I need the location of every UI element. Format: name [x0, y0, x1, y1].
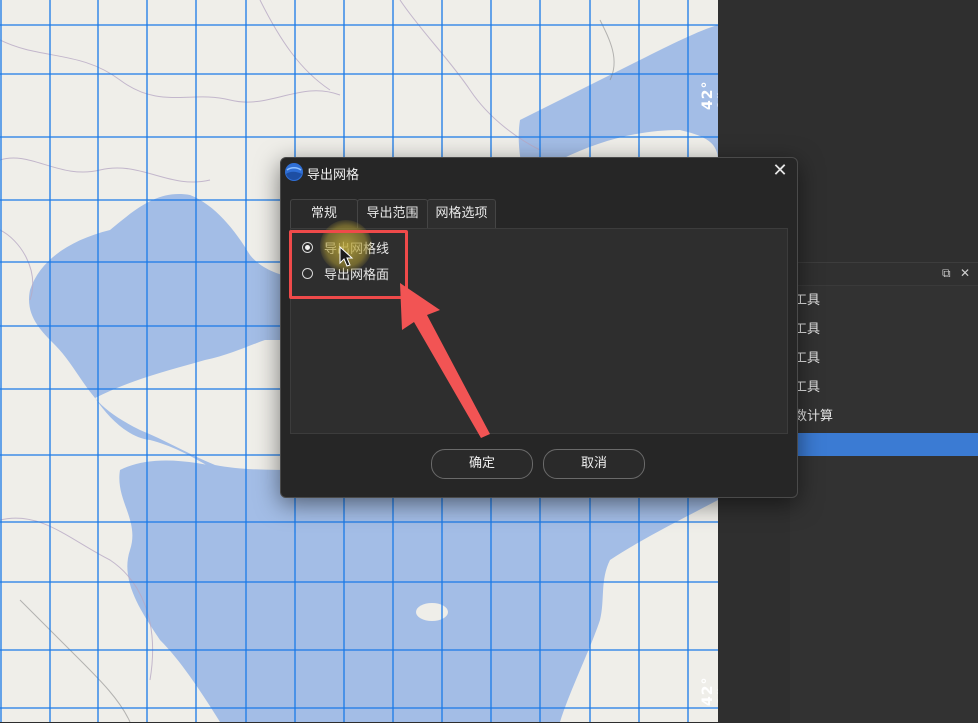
coord-label-top: 42° 0" [700, 80, 718, 110]
restore-icon[interactable]: ⧉ [942, 266, 951, 280]
radio-button-checked[interactable] [302, 241, 313, 253]
tool-panel-header: ⧉ ✕ [790, 263, 978, 286]
tool-item-5[interactable]: 数计算 [790, 402, 978, 431]
app-logo-icon [285, 163, 303, 181]
panel-close-icon[interactable]: ✕ [960, 266, 970, 280]
tool-item-selected[interactable] [790, 433, 978, 456]
radio-export-grid-lines[interactable]: 导出网格线 [302, 237, 389, 257]
tool-panel: ⧉ ✕ 工具 工具 工具 工具 数计算 [790, 262, 978, 723]
tab-export-range[interactable]: 导出范围 [357, 199, 428, 228]
close-icon[interactable]: ✕ [771, 162, 789, 180]
tool-item-1[interactable]: 工具 [790, 286, 978, 315]
coord-label-bottom: 42° 0" [700, 676, 718, 706]
tool-item-3[interactable]: 工具 [790, 344, 978, 373]
radio-button-unchecked[interactable] [302, 267, 313, 279]
cancel-button[interactable]: 取消 [543, 449, 645, 479]
radio-export-grid-faces[interactable]: 导出网格面 [302, 263, 389, 283]
export-grid-dialog: 导出网格 ✕ 常规 导出范围 网格选项 导出网格线 导出网格面 确定 取消 [280, 157, 798, 498]
tool-item-4[interactable]: 工具 [790, 373, 978, 402]
dialog-titlebar[interactable]: 导出网格 ✕ [281, 158, 797, 186]
dialog-title: 导出网格 [307, 168, 360, 183]
radio-label-grid-lines: 导出网格线 [324, 241, 390, 257]
ok-button[interactable]: 确定 [431, 449, 533, 479]
tab-grid-options[interactable]: 网格选项 [427, 199, 496, 228]
tool-item-2[interactable]: 工具 [790, 315, 978, 344]
radio-label-grid-faces: 导出网格面 [324, 267, 390, 283]
grid-options-panel: 导出网格线 导出网格面 [290, 228, 788, 434]
tab-general[interactable]: 常规 [290, 199, 358, 228]
